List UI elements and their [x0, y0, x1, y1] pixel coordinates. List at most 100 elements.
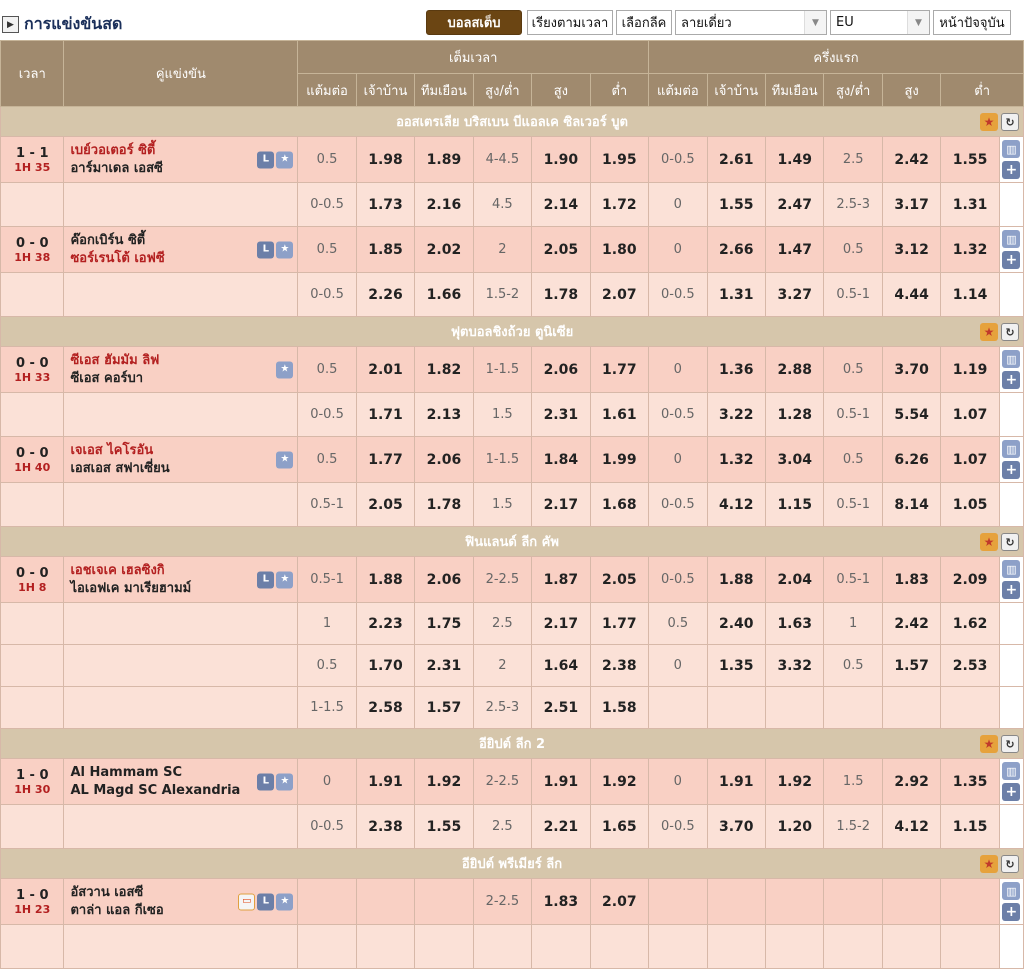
- odds-cell[interactable]: 2.17: [531, 482, 591, 527]
- odds-cell[interactable]: 1.77: [589, 346, 650, 393]
- odds-cell[interactable]: 2.23: [355, 602, 416, 645]
- bar-chart-icon[interactable]: ▥: [1002, 140, 1021, 158]
- refresh-icon[interactable]: ↻: [1001, 855, 1019, 873]
- odds-cell[interactable]: 1.92: [589, 758, 650, 805]
- odds-cell[interactable]: 1.68: [589, 482, 650, 527]
- odds-cell[interactable]: 2.92: [881, 758, 942, 805]
- odds-cell[interactable]: 1.15: [940, 804, 1000, 849]
- odds-cell[interactable]: 0.5: [297, 644, 357, 687]
- odds-cell[interactable]: 1.64: [531, 644, 591, 687]
- add-favorite-icon[interactable]: ★: [276, 451, 294, 468]
- odds-cell[interactable]: 0-0.5: [648, 272, 708, 317]
- odds-cell[interactable]: 1.58: [589, 686, 650, 729]
- add-favorite-icon[interactable]: ★: [276, 361, 294, 378]
- odds-cell[interactable]: 2: [472, 644, 533, 687]
- odds-cell[interactable]: 1.5: [823, 758, 883, 805]
- odds-cell[interactable]: 3.27: [764, 272, 825, 317]
- odds-cell[interactable]: 1.57: [881, 644, 942, 687]
- odds-cell[interactable]: 2: [472, 226, 533, 273]
- sort-by-time-button[interactable]: เรียงตามเวลา: [527, 10, 613, 35]
- bar-chart-icon[interactable]: ▥: [1002, 762, 1021, 780]
- odds-cell[interactable]: 3.70: [881, 346, 942, 393]
- odds-cell[interactable]: 1.82: [414, 346, 474, 393]
- plus-icon[interactable]: +: [1002, 581, 1021, 599]
- odds-cell[interactable]: 1.32: [940, 226, 1000, 273]
- odds-cell[interactable]: 0: [297, 758, 357, 805]
- odds-cell[interactable]: 1.78: [414, 482, 474, 527]
- odds-cell[interactable]: 0.5: [297, 136, 357, 183]
- odds-cell[interactable]: 1.28: [764, 392, 825, 437]
- odds-cell[interactable]: 1.35: [940, 758, 1000, 805]
- live-icon[interactable]: L: [257, 893, 275, 910]
- plus-icon[interactable]: +: [1002, 461, 1021, 479]
- odds-cell[interactable]: 1.66: [414, 272, 474, 317]
- odds-cell[interactable]: 1.90: [531, 136, 591, 183]
- add-favorite-icon[interactable]: ★: [276, 773, 294, 790]
- odds-cell[interactable]: 1.47: [764, 226, 825, 273]
- odds-cell[interactable]: 1.70: [355, 644, 416, 687]
- plus-icon[interactable]: +: [1002, 161, 1021, 179]
- odds-cell[interactable]: 3.70: [706, 804, 766, 849]
- live-icon[interactable]: L: [257, 151, 275, 168]
- current-page-button[interactable]: หน้าปัจจุบัน: [933, 10, 1011, 35]
- odds-cell[interactable]: 2.5: [472, 602, 533, 645]
- league-name[interactable]: อียิปต์ ลีก 2 ★ ↻: [0, 728, 1024, 759]
- odds-cell[interactable]: 0.5: [297, 226, 357, 273]
- odds-cell[interactable]: 2.42: [881, 136, 942, 183]
- odds-cell[interactable]: 2.38: [355, 804, 416, 849]
- odds-cell[interactable]: 1.36: [706, 346, 766, 393]
- live-icon[interactable]: L: [257, 571, 275, 588]
- odds-cell[interactable]: 2.04: [764, 556, 825, 603]
- plus-icon[interactable]: +: [1002, 251, 1021, 269]
- odds-cell[interactable]: 2.58: [355, 686, 416, 729]
- odds-cell[interactable]: 1-1.5: [472, 436, 533, 483]
- refresh-icon[interactable]: ↻: [1001, 113, 1019, 131]
- odds-cell[interactable]: 0-0.5: [648, 556, 708, 603]
- odds-cell[interactable]: 1.07: [940, 392, 1000, 437]
- odds-cell[interactable]: 2.14: [531, 182, 591, 227]
- plus-icon[interactable]: +: [1002, 783, 1021, 801]
- odds-cell[interactable]: 1.91: [706, 758, 766, 805]
- odds-cell[interactable]: 1: [823, 602, 883, 645]
- odds-cell[interactable]: 2.31: [531, 392, 591, 437]
- star-icon[interactable]: ★: [980, 735, 998, 753]
- odds-cell[interactable]: 2.66: [706, 226, 766, 273]
- odds-cell[interactable]: 2.53: [940, 644, 1000, 687]
- odds-cell[interactable]: 2.31: [414, 644, 474, 687]
- odds-cell[interactable]: 2-2.5: [472, 878, 533, 925]
- odds-cell[interactable]: 1.15: [764, 482, 825, 527]
- odds-cell[interactable]: 1.99: [589, 436, 650, 483]
- odds-cell[interactable]: 2.13: [414, 392, 474, 437]
- add-favorite-icon[interactable]: ★: [276, 151, 294, 168]
- odds-cell[interactable]: 1.61: [589, 392, 650, 437]
- odds-cell[interactable]: 0: [648, 644, 708, 687]
- odds-cell[interactable]: 0-0.5: [297, 182, 357, 227]
- odds-cell[interactable]: 1.98: [355, 136, 416, 183]
- live-icon[interactable]: L: [257, 773, 275, 790]
- odds-cell[interactable]: 0.5-1: [297, 482, 357, 527]
- odds-cell[interactable]: 1.88: [706, 556, 766, 603]
- odds-cell[interactable]: 2.61: [706, 136, 766, 183]
- bar-chart-icon[interactable]: ▥: [1002, 230, 1021, 248]
- league-name[interactable]: ฟินแลนด์ ลีก คัพ ★ ↻: [0, 526, 1024, 557]
- odds-cell[interactable]: 2.5-3: [472, 686, 533, 729]
- odds-cell[interactable]: 2.5-3: [823, 182, 883, 227]
- odds-cell[interactable]: 2.51: [531, 686, 591, 729]
- odds-cell[interactable]: 1.5: [472, 392, 533, 437]
- odds-cell[interactable]: 2.09: [940, 556, 1000, 603]
- odds-cell[interactable]: 2.02: [414, 226, 474, 273]
- bar-chart-icon[interactable]: ▥: [1002, 882, 1021, 900]
- home-team[interactable]: เจเอส ไคโรอัน: [70, 442, 297, 460]
- odds-cell[interactable]: 2.17: [531, 602, 591, 645]
- odds-cell[interactable]: 2.06: [414, 436, 474, 483]
- odds-cell[interactable]: 2-2.5: [472, 758, 533, 805]
- odds-cell[interactable]: 0: [648, 436, 708, 483]
- odds-cell[interactable]: 1.62: [940, 602, 1000, 645]
- odds-cell[interactable]: 0.5-1: [823, 482, 883, 527]
- add-favorite-icon[interactable]: ★: [276, 893, 294, 910]
- odds-cell[interactable]: 4.44: [881, 272, 942, 317]
- odds-cell[interactable]: 1.83: [531, 878, 591, 925]
- odds-cell[interactable]: 1.5-2: [823, 804, 883, 849]
- odds-cell[interactable]: 1.77: [355, 436, 416, 483]
- odds-cell[interactable]: 1.91: [355, 758, 416, 805]
